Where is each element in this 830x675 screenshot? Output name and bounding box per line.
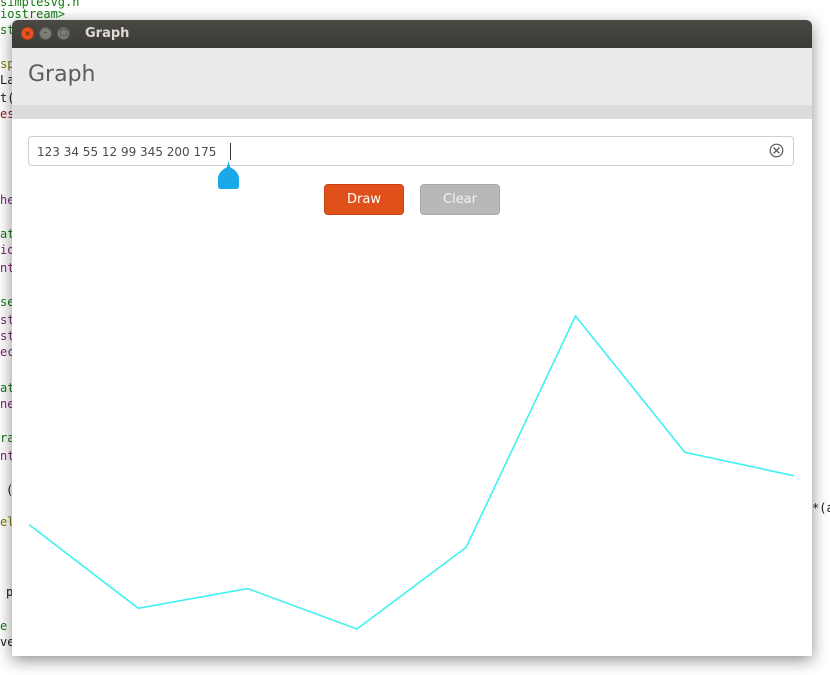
line-graph <box>28 314 795 630</box>
background-code-right: *(a <box>812 501 830 515</box>
graph-window: × – □ Graph Graph 123 34 55 12 99 345 20… <box>12 20 812 656</box>
graph-line <box>28 314 795 630</box>
background-code-line: e <box>0 619 8 633</box>
background-code-line: iostream> <box>0 7 66 21</box>
